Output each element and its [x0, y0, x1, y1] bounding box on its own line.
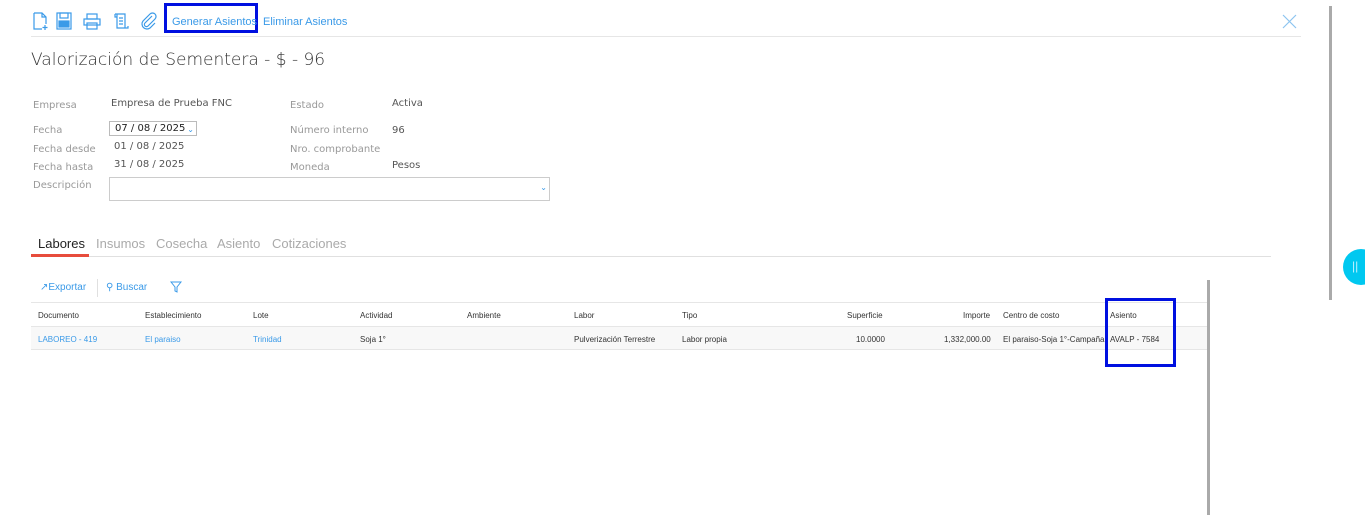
- establecimiento-link[interactable]: El paraiso: [145, 335, 181, 344]
- pause-icon: ||: [1352, 259, 1359, 273]
- generar-asientos-button[interactable]: Generar Asientos: [172, 16, 257, 28]
- tipo-cell: Labor propia: [682, 335, 727, 344]
- col-importe[interactable]: Importe: [963, 311, 990, 320]
- eliminar-asientos-button[interactable]: Eliminar Asientos: [263, 16, 347, 28]
- tab-labores[interactable]: Labores: [38, 236, 85, 251]
- numero-interno-value: 96: [392, 125, 405, 136]
- close-icon[interactable]: [1282, 14, 1297, 29]
- tab-cotizaciones[interactable]: Cotizaciones: [272, 236, 346, 251]
- centro-costo-cell: El paraiso-Soja 1°-Campaña: [1003, 335, 1105, 344]
- table-scrollbar[interactable]: [1207, 280, 1210, 515]
- importe-cell: 1,332,000.00: [944, 335, 991, 344]
- fecha-desde-label: Fecha desde: [33, 144, 96, 155]
- search-button[interactable]: ⚲ Buscar: [106, 282, 147, 293]
- tabs-divider: [31, 256, 1271, 257]
- nro-comprobante-label: Nro. comprobante: [290, 144, 381, 155]
- filter-icon[interactable]: [170, 281, 182, 293]
- tab-cosecha[interactable]: Cosecha: [156, 236, 207, 251]
- fecha-label: Fecha: [33, 125, 63, 136]
- export-label: Exportar: [48, 282, 87, 293]
- fecha-input[interactable]: 07 / 08 / 2025 ⌄: [109, 121, 197, 136]
- numero-interno-label: Número interno: [290, 125, 369, 136]
- chevron-down-icon[interactable]: ⌄: [540, 183, 547, 192]
- page-scrollbar[interactable]: [1329, 6, 1332, 300]
- scroll-icon[interactable]: [112, 12, 130, 30]
- divider: [31, 36, 1301, 37]
- estado-label: Estado: [290, 100, 325, 111]
- empresa-value: Empresa de Prueba FNC: [111, 98, 232, 109]
- col-centro-costo[interactable]: Centro de costo: [1003, 311, 1059, 320]
- col-superficie[interactable]: Superficie: [847, 311, 883, 320]
- col-lote[interactable]: Lote: [253, 311, 269, 320]
- moneda-value: Pesos: [392, 160, 421, 171]
- col-documento[interactable]: Documento: [38, 311, 79, 320]
- highlight-box: [1105, 298, 1176, 367]
- fecha-value: 07 / 08 / 2025: [115, 123, 186, 134]
- col-ambiente[interactable]: Ambiente: [467, 311, 501, 320]
- lote-link[interactable]: Trinidad: [253, 335, 282, 344]
- fecha-desde-value[interactable]: 01 / 08 / 2025: [114, 141, 184, 152]
- labor-cell: Pulverización Terrestre: [574, 335, 656, 344]
- print-icon[interactable]: [83, 12, 101, 30]
- col-actividad[interactable]: Actividad: [360, 311, 392, 320]
- divider: [97, 279, 98, 297]
- fecha-hasta-value[interactable]: 31 / 08 / 2025: [114, 159, 184, 170]
- attach-icon[interactable]: [140, 12, 158, 30]
- tab-insumos[interactable]: Insumos: [96, 236, 145, 251]
- superficie-cell: 10.0000: [856, 335, 885, 344]
- page-title: Valorización de Sementera - $ - 96: [31, 50, 326, 70]
- search-icon: ⚲: [106, 282, 117, 293]
- search-label: Buscar: [116, 282, 148, 293]
- col-tipo[interactable]: Tipo: [682, 311, 697, 320]
- col-labor[interactable]: Labor: [574, 311, 594, 320]
- documento-link[interactable]: LABOREO - 419: [38, 335, 97, 344]
- divider: [31, 302, 1208, 303]
- active-tab-indicator: [31, 254, 89, 257]
- save-icon[interactable]: [55, 12, 73, 30]
- export-button[interactable]: ↗Exportar: [40, 282, 86, 293]
- side-panel-toggle-button[interactable]: ||: [1343, 249, 1365, 285]
- descripcion-label: Descripción: [33, 180, 92, 191]
- moneda-label: Moneda: [290, 162, 330, 173]
- chevron-down-icon[interactable]: ⌄: [187, 125, 194, 134]
- new-document-icon[interactable]: [31, 12, 49, 30]
- actividad-cell: Soja 1°: [360, 335, 386, 344]
- fecha-hasta-label: Fecha hasta: [33, 162, 94, 173]
- descripcion-input[interactable]: ⌄: [109, 177, 550, 201]
- tab-asiento[interactable]: Asiento: [217, 236, 260, 251]
- estado-value: Activa: [392, 98, 423, 109]
- empresa-label: Empresa: [33, 100, 77, 111]
- col-establecimiento[interactable]: Establecimiento: [145, 311, 201, 320]
